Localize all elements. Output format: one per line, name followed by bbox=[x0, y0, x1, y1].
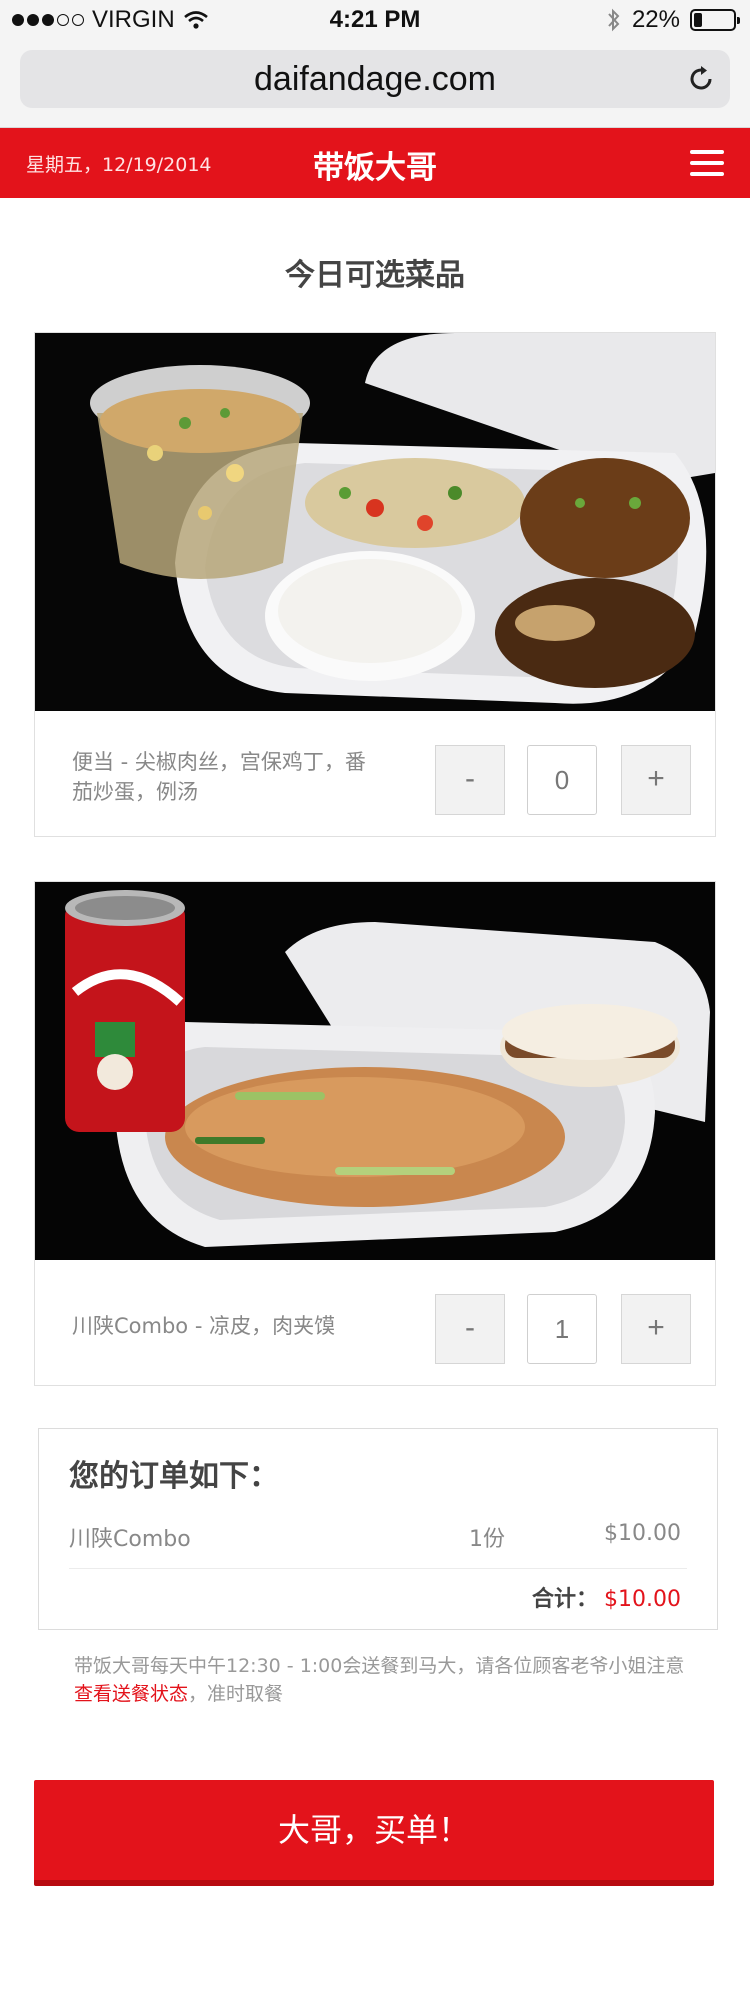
order-summary-title: 您的订单如下： bbox=[69, 1459, 279, 1494]
url-text: daifandage.com bbox=[254, 60, 496, 98]
order-summary: 您的订单如下： 川陕Combo 1份 $10.00 合计： $10.00 bbox=[38, 1428, 718, 1630]
reload-icon[interactable] bbox=[686, 64, 716, 94]
quantity-input[interactable]: 0 bbox=[527, 745, 597, 815]
app-header: 星期五，12/19/2014 带饭大哥 bbox=[0, 128, 750, 198]
combo-food-photo bbox=[35, 882, 715, 1260]
menu-item-description: 便当 - 尖椒肉丝，宫保鸡丁，番茄炒蛋，例汤 bbox=[72, 750, 366, 804]
decrease-quantity-button[interactable]: - bbox=[435, 1294, 505, 1364]
order-line-name: 川陕Combo bbox=[69, 1527, 191, 1552]
delivery-status-link[interactable]: 查看送餐状态 bbox=[74, 1683, 188, 1705]
order-total-value: $10.00 bbox=[604, 1587, 681, 1612]
status-right: 22% bbox=[606, 6, 740, 34]
order-line: 川陕Combo 1份 $10.00 bbox=[69, 1509, 687, 1569]
bluetooth-icon bbox=[608, 8, 620, 32]
notice-text-end: ，准时取餐 bbox=[188, 1683, 284, 1705]
delivery-notice: 带饭大哥每天中午12:30 - 1:00会送餐到马大，请各位顾客老爷小姐注意查看… bbox=[74, 1652, 694, 1708]
menu-item-description: 川陕Combo - 凉皮，肉夹馍 bbox=[72, 1314, 336, 1338]
order-line-price: $10.00 bbox=[604, 1521, 681, 1546]
battery-level-fill bbox=[694, 13, 702, 27]
bento-food-photo bbox=[35, 333, 715, 711]
order-total: 合计： $10.00 bbox=[532, 1581, 681, 1613]
battery-icon bbox=[690, 9, 740, 31]
site-title[interactable]: 带饭大哥 bbox=[0, 142, 750, 187]
checkout-button[interactable]: 大哥，买单！ bbox=[34, 1780, 714, 1886]
notice-text: 带饭大哥每天中午12:30 - 1:00会送餐到马大，请各位顾客老爷小姐注意 bbox=[74, 1655, 685, 1677]
order-line-qty: 1份 bbox=[469, 1527, 505, 1552]
increase-quantity-button[interactable]: + bbox=[621, 1294, 691, 1364]
menu-item-card: 川陕Combo - 凉皮，肉夹馍 - 1 + bbox=[34, 881, 716, 1386]
order-total-label: 合计： bbox=[532, 1587, 599, 1612]
status-bar: VIRGIN 4:21 PM 22% bbox=[0, 0, 750, 40]
address-bar[interactable]: daifandage.com bbox=[20, 50, 730, 108]
hamburger-menu-icon[interactable] bbox=[690, 150, 724, 176]
combo-image bbox=[35, 882, 715, 1260]
quantity-input[interactable]: 1 bbox=[527, 1294, 597, 1364]
increase-quantity-button[interactable]: + bbox=[621, 745, 691, 815]
decrease-quantity-button[interactable]: - bbox=[435, 745, 505, 815]
section-title: 今日可选菜品 bbox=[285, 258, 465, 293]
browser-toolbar: daifandage.com bbox=[0, 40, 750, 128]
menu-item-card: 便当 - 尖椒肉丝，宫保鸡丁，番茄炒蛋，例汤 - 0 + bbox=[34, 332, 716, 837]
bento-image bbox=[35, 333, 715, 711]
battery-percent: 22% bbox=[631, 6, 680, 33]
